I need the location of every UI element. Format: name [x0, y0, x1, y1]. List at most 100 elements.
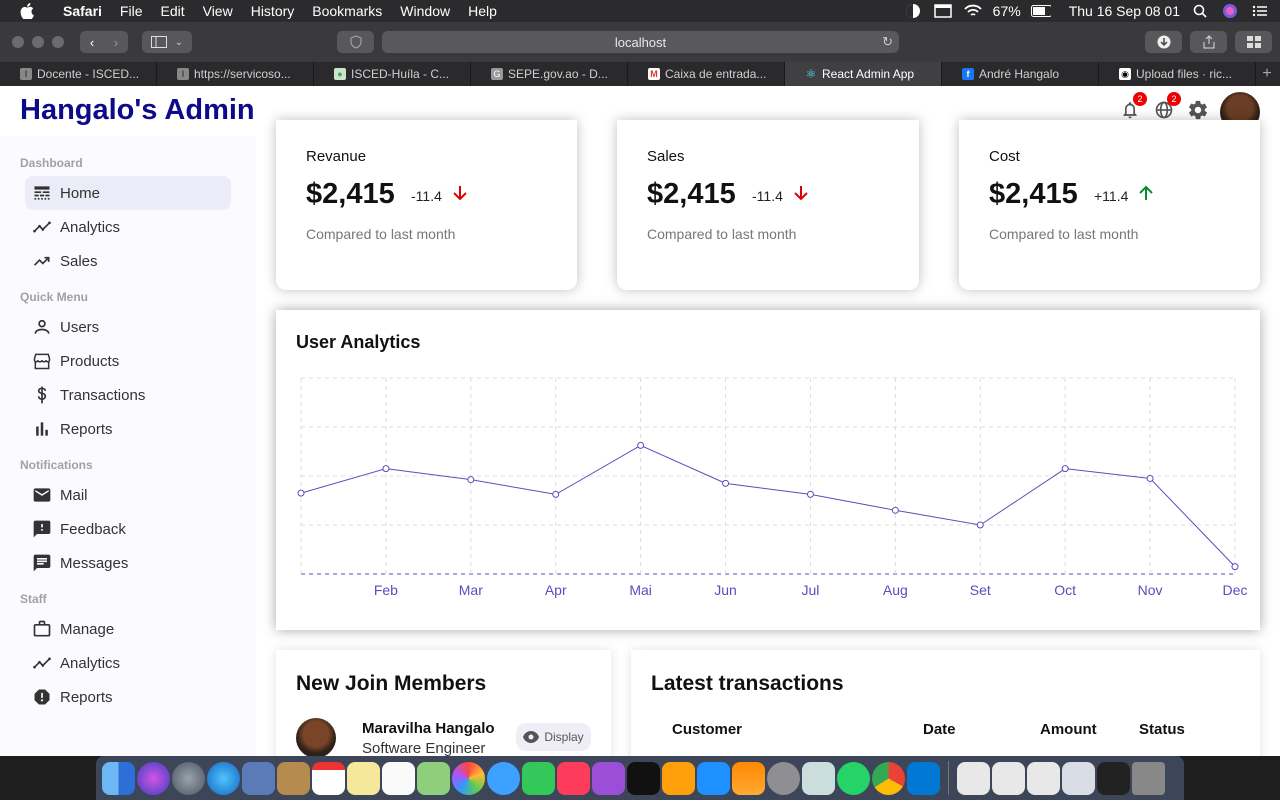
safari-icon[interactable] — [207, 761, 240, 795]
sidebar-item-products[interactable]: Products — [25, 344, 231, 378]
apple-tv-icon[interactable] — [627, 761, 660, 795]
app-logo[interactable]: Hangalo's Admin — [20, 94, 255, 127]
browser-tab[interactable]: ● ISCED-Huíla - C... — [314, 62, 471, 86]
language-button[interactable]: 2 — [1152, 92, 1181, 122]
tab-overview-button[interactable] — [1235, 31, 1272, 53]
tab-grid-icon — [1246, 36, 1261, 48]
new-tab-plus-icon[interactable]: + — [1256, 62, 1278, 86]
minimize-window-button[interactable] — [32, 36, 44, 48]
maps-icon[interactable] — [417, 761, 450, 795]
browser-tab[interactable]: M Caixa de entrada... — [628, 62, 785, 86]
music-icon[interactable] — [557, 761, 590, 795]
notifications-button[interactable]: 2 — [1118, 92, 1147, 122]
sidebar-window-icon[interactable] — [933, 2, 953, 20]
data-point[interactable] — [467, 476, 475, 484]
reminders-icon[interactable] — [382, 761, 415, 795]
document-thumbnail-icon[interactable] — [1062, 761, 1095, 795]
menu-app-name[interactable]: Safari — [54, 0, 111, 22]
sidebar-toggle-button[interactable]: ⌄ — [142, 31, 192, 53]
sidebar-item-mail[interactable]: Mail — [25, 478, 231, 512]
browser-tab[interactable]: G SEPE.gov.ao - D... — [471, 62, 628, 86]
chrome-icon[interactable] — [872, 761, 905, 795]
menu-history[interactable]: History — [242, 0, 304, 22]
document-thumbnail-icon[interactable] — [992, 761, 1025, 795]
display-member-button[interactable]: Display — [516, 723, 591, 751]
sidebar-item-reports[interactable]: Reports — [25, 680, 231, 714]
privacy-report-button[interactable] — [337, 31, 374, 53]
books-icon[interactable] — [662, 761, 695, 795]
calendar-icon[interactable] — [312, 761, 345, 795]
apple-menu-icon[interactable] — [0, 3, 54, 19]
reload-icon[interactable]: ↻ — [882, 34, 893, 50]
zoom-window-button[interactable] — [52, 36, 64, 48]
back-arrow-icon[interactable]: ‹ — [80, 35, 104, 50]
menu-bookmarks[interactable]: Bookmarks — [303, 0, 391, 22]
notes-icon[interactable] — [347, 761, 380, 795]
whatsapp-icon[interactable] — [837, 761, 870, 795]
sidebar-item-users[interactable]: Users — [25, 310, 231, 344]
sidebar-item-manage[interactable]: Manage — [25, 612, 231, 646]
column-header-customer: Customer — [672, 721, 743, 738]
sidebar-item-transactions[interactable]: Transactions — [25, 378, 231, 412]
vlc-icon[interactable] — [732, 761, 765, 795]
finder-icon[interactable] — [102, 761, 135, 795]
app-store-icon[interactable] — [697, 761, 730, 795]
settings-button[interactable] — [1186, 98, 1210, 122]
siri-app-icon[interactable] — [137, 761, 170, 795]
data-point[interactable] — [806, 490, 814, 498]
messages-icon[interactable] — [487, 761, 520, 795]
siri-icon[interactable] — [1220, 2, 1240, 20]
menu-file[interactable]: File — [111, 0, 152, 22]
menu-window[interactable]: Window — [391, 0, 459, 22]
wifi-icon[interactable] — [963, 2, 983, 20]
document-thumbnail-icon[interactable] — [1027, 761, 1060, 795]
menu-edit[interactable]: Edit — [151, 0, 193, 22]
spotlight-search-icon[interactable] — [1190, 2, 1210, 20]
photos-icon[interactable] — [452, 761, 485, 795]
forward-arrow-icon[interactable]: › — [104, 35, 128, 50]
address-bar[interactable]: localhost ↻ — [382, 31, 899, 53]
battery-icon[interactable] — [1030, 2, 1051, 20]
launchpad-icon[interactable] — [172, 761, 205, 795]
folder-stack-icon[interactable] — [1097, 761, 1130, 795]
trash-icon[interactable] — [1132, 761, 1165, 795]
browser-tab[interactable]: I Docente - ISCED... — [0, 62, 157, 86]
night-shift-icon[interactable] — [903, 2, 923, 20]
sidebar-item-feedback[interactable]: Feedback — [25, 512, 231, 546]
share-button[interactable] — [1190, 31, 1227, 53]
menubar-clock[interactable]: Thu 16 Sep 08 01 — [1069, 3, 1180, 19]
document-thumbnail-icon[interactable] — [957, 761, 990, 795]
sidebar-item-reports[interactable]: Reports — [25, 412, 231, 446]
vscode-icon[interactable] — [907, 761, 940, 795]
sidebar-item-analytics[interactable]: Analytics — [25, 646, 231, 680]
sidebar-item-analytics[interactable]: Analytics — [25, 210, 231, 244]
data-point[interactable] — [722, 479, 730, 487]
browser-tab[interactable]: f André Hangalo — [942, 62, 1099, 86]
preview-icon[interactable] — [802, 761, 835, 795]
downloads-button[interactable] — [1145, 31, 1182, 53]
sidebar-item-sales[interactable]: Sales — [25, 244, 231, 278]
browser-tab[interactable]: ◉ Upload files · ric... — [1099, 62, 1256, 86]
close-window-button[interactable] — [12, 36, 24, 48]
facetime-icon[interactable] — [522, 761, 555, 795]
data-point[interactable] — [637, 441, 645, 449]
browser-tab[interactable]: Ihttps://servicoso... — [157, 62, 314, 86]
data-point[interactable] — [976, 521, 984, 529]
podcasts-icon[interactable] — [592, 761, 625, 795]
system-preferences-icon[interactable] — [767, 761, 800, 795]
menu-help[interactable]: Help — [459, 0, 506, 22]
data-point[interactable] — [1146, 474, 1154, 482]
browser-tab-active[interactable]: ⚛ React Admin App — [785, 62, 942, 86]
sidebar-item-home[interactable]: Home — [25, 176, 231, 210]
control-center-icon[interactable] — [1250, 2, 1270, 20]
data-point[interactable] — [1061, 465, 1069, 473]
data-point[interactable] — [552, 490, 560, 498]
sidebar-item-messages[interactable]: Messages — [25, 546, 231, 580]
menu-view[interactable]: View — [194, 0, 242, 22]
data-point[interactable] — [382, 465, 390, 473]
data-point[interactable] — [891, 506, 899, 514]
data-point[interactable] — [297, 489, 305, 497]
notes-book-icon[interactable] — [277, 761, 310, 795]
data-point[interactable] — [1231, 563, 1239, 571]
mail-photos-icon[interactable] — [242, 761, 275, 795]
